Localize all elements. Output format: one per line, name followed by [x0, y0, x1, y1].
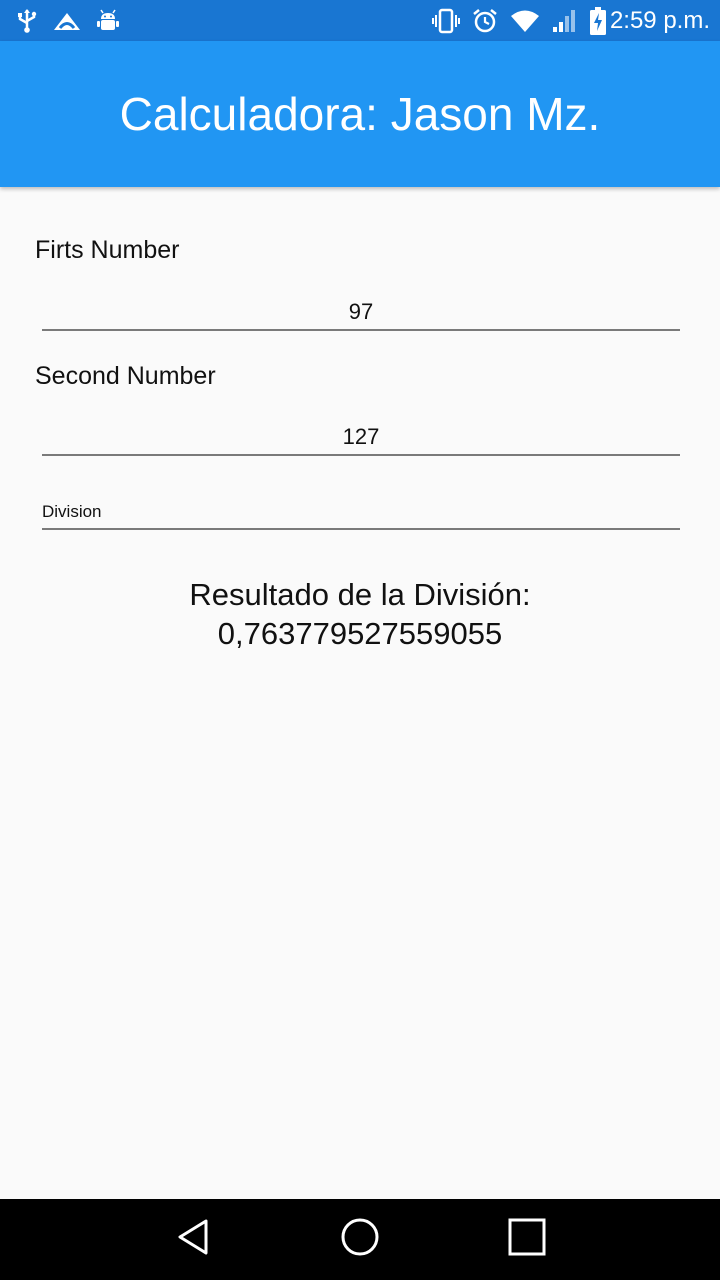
status-right-icons: 2:59 p.m.: [420, 6, 710, 35]
second-number-input[interactable]: [42, 424, 680, 456]
app-bar: Calculadora: Jason Mz.: [0, 41, 720, 187]
home-icon: [340, 1217, 380, 1262]
android-debug-icon: [96, 9, 120, 33]
operation-picker-value: Division: [42, 502, 102, 521]
signal-icon: [552, 9, 578, 33]
first-number-input[interactable]: [42, 299, 680, 331]
page-title: Calculadora: Jason Mz.: [119, 88, 601, 140]
recents-icon: [507, 1217, 547, 1262]
cloud-sync-icon: [52, 10, 82, 32]
home-button[interactable]: [320, 1210, 400, 1270]
status-left-icons: [16, 8, 134, 34]
battery-charging-icon: [589, 6, 606, 35]
result-value: 0,763779527559055: [217, 616, 503, 651]
result-label: Resultado de la División:: [189, 577, 531, 612]
status-bar: 2:59 p.m.: [0, 0, 720, 41]
recents-button[interactable]: [487, 1210, 567, 1270]
second-number-label: Second Number: [35, 362, 216, 390]
wifi-icon: [510, 9, 540, 33]
back-icon: [173, 1217, 213, 1262]
first-number-label: Firts Number: [35, 236, 180, 264]
back-button[interactable]: [153, 1210, 233, 1270]
status-time: 2:59 p.m.: [609, 6, 710, 34]
vibrate-icon: [431, 8, 460, 34]
operation-picker[interactable]: Division: [42, 492, 680, 530]
nav-bar: [0, 1199, 720, 1280]
usb-icon: [16, 8, 38, 34]
main-content: Firts Number Second Number Division Resu…: [0, 187, 720, 1199]
alarm-icon: [472, 8, 498, 34]
